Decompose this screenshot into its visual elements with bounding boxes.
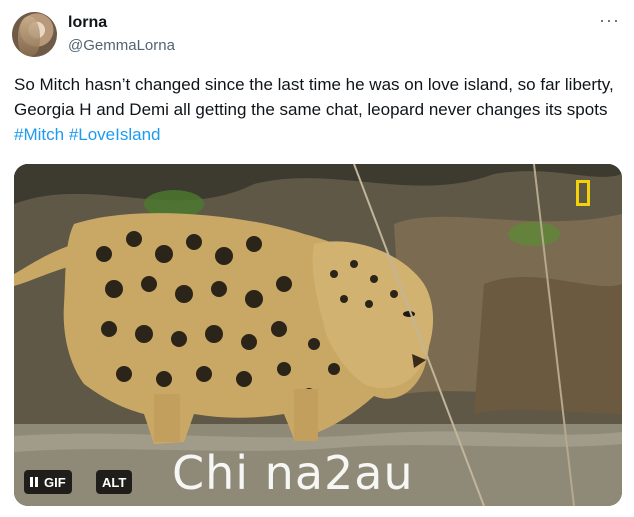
pause-icon[interactable]	[30, 477, 38, 487]
tweet-text: So Mitch hasn’t changed since the last t…	[14, 72, 620, 147]
more-options-icon[interactable]: ···	[599, 10, 620, 31]
alt-text-button[interactable]: ALT	[96, 470, 133, 494]
nat-geo-logo	[576, 180, 590, 206]
hashtag-mitch[interactable]: #Mitch	[14, 125, 64, 144]
hashtag-loveisland[interactable]: #LoveIsland	[69, 125, 161, 144]
gif-badge: GIF	[24, 470, 72, 494]
watermark: Chi na2au	[172, 446, 414, 500]
tweet-body: So Mitch hasn’t changed since the last t…	[14, 75, 614, 119]
gif-label: GIF	[44, 474, 66, 490]
gif-media[interactable]: GIF ALT Chi na2au	[14, 164, 622, 506]
avatar[interactable]	[12, 12, 57, 57]
display-name[interactable]: lorna	[68, 14, 107, 32]
user-handle[interactable]: @GemmaLorna	[68, 37, 175, 54]
